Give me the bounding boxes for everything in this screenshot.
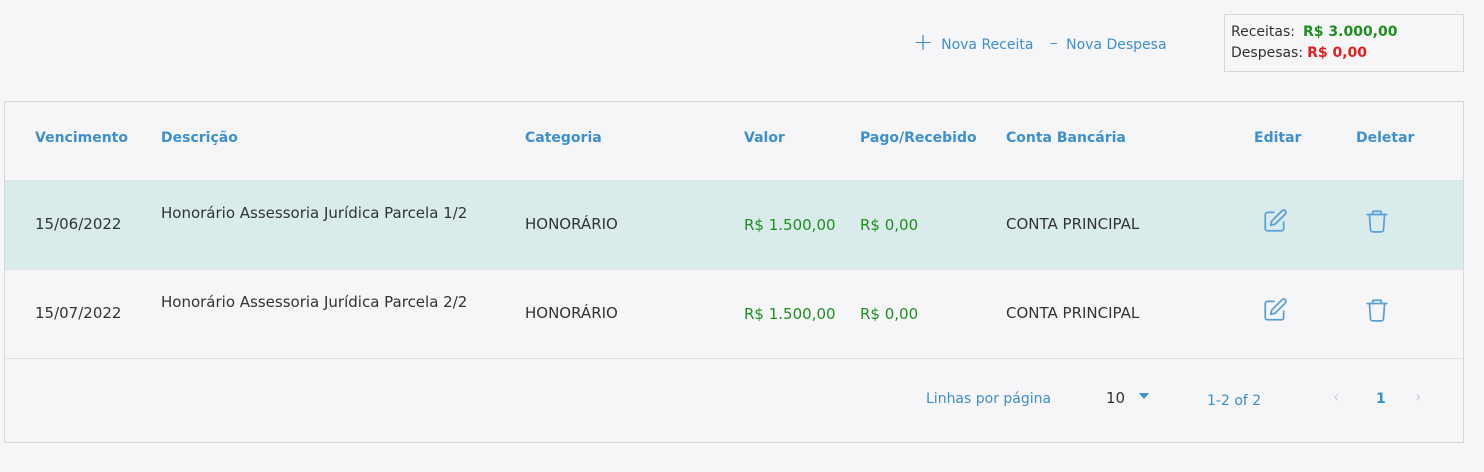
table-row: 15/06/2022 Honorário Assessoria Jurídica… [5, 181, 1463, 270]
table-pagination: Linhas por página 10 1-2 of 2 ‹ 1 › [5, 359, 1463, 443]
row-paid: R$ 0,00 [860, 216, 919, 234]
header-due-date[interactable]: Vencimento [35, 130, 128, 146]
top-actions: + Nova Receita - Nova Despesa [913, 30, 1167, 54]
expense-summary-label: Despesas: [1231, 45, 1304, 61]
row-category: HONORÁRIO [525, 215, 618, 233]
row-bank-account: CONTA PRINCIPAL [1006, 304, 1140, 322]
row-bank-account: CONTA PRINCIPAL [1006, 215, 1140, 233]
header-value[interactable]: Valor [744, 130, 785, 146]
new-expense-button[interactable]: - Nova Despesa [1049, 30, 1166, 54]
row-value: R$ 1.500,00 [744, 216, 836, 234]
page-number-button[interactable]: 1 [1376, 391, 1386, 407]
table-row: 15/07/2022 Honorário Assessoria Jurídica… [5, 270, 1463, 359]
expense-summary-value: R$ 0,00 [1307, 45, 1368, 61]
rows-per-page-label: Linhas por página [926, 391, 1052, 407]
header-description[interactable]: Descrição [161, 130, 238, 146]
edit-icon[interactable] [1262, 297, 1288, 323]
plus-icon: + [913, 28, 934, 56]
row-description: Honorário Assessoria Jurídica Parcela 1/… [161, 204, 468, 222]
header-bank-account[interactable]: Conta Bancária [1006, 130, 1126, 146]
income-summary-value: R$ 3.000,00 [1303, 24, 1398, 40]
row-description: Honorário Assessoria Jurídica Parcela 2/… [161, 293, 468, 311]
trash-icon[interactable] [1364, 297, 1390, 323]
chevron-left-icon[interactable]: ‹ [1333, 387, 1339, 406]
trash-icon[interactable] [1364, 208, 1390, 234]
header-delete: Deletar [1356, 130, 1415, 146]
rows-per-page-select[interactable]: 10 [1106, 389, 1150, 407]
income-summary-row: Receitas: R$ 3.000,00 [1231, 22, 1457, 43]
pagination-range: 1-2 of 2 [1207, 393, 1262, 409]
table-header: Vencimento Descrição Categoria Valor Pag… [5, 102, 1463, 181]
edit-icon[interactable] [1262, 208, 1288, 234]
header-category[interactable]: Categoria [525, 130, 602, 146]
balance-summary: Receitas: R$ 3.000,00 Despesas: R$ 0,00 [1224, 14, 1464, 72]
caret-down-icon [1139, 393, 1150, 399]
new-expense-label: Nova Despesa [1066, 37, 1167, 53]
income-summary-label: Receitas: [1231, 24, 1295, 40]
row-category: HONORÁRIO [525, 304, 618, 322]
row-value: R$ 1.500,00 [744, 305, 836, 323]
row-paid: R$ 0,00 [860, 305, 919, 323]
new-income-button[interactable]: + Nova Receita [913, 30, 1033, 54]
row-due-date: 15/06/2022 [35, 215, 122, 233]
rows-per-page-value: 10 [1106, 389, 1126, 407]
expense-summary-row: Despesas: R$ 0,00 [1231, 43, 1457, 64]
header-paid-received[interactable]: Pago/Recebido [860, 130, 977, 146]
new-income-label: Nova Receita [941, 37, 1034, 53]
row-due-date: 15/07/2022 [35, 304, 122, 322]
minus-icon: - [1049, 28, 1059, 56]
transactions-table: Vencimento Descrição Categoria Valor Pag… [4, 101, 1464, 443]
chevron-right-icon[interactable]: › [1415, 387, 1421, 406]
header-edit: Editar [1254, 130, 1302, 146]
